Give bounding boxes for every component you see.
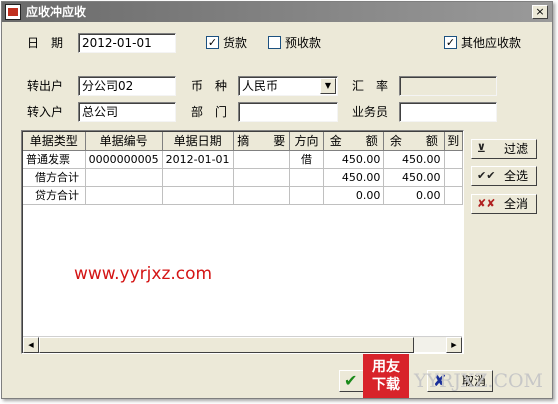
select-all-button[interactable]: ✔✔ 全选 xyxy=(471,166,537,186)
col-header-direction[interactable]: 方向 xyxy=(289,132,325,151)
col-header-doc-date[interactable]: 单据日期 xyxy=(162,132,234,151)
date-input[interactable]: 2012-01-01 xyxy=(78,33,176,53)
filter-button-label: 过滤 xyxy=(504,142,529,156)
department-label: 部 门 xyxy=(191,105,228,119)
salesperson-input[interactable] xyxy=(399,102,497,122)
other-receivable-label: 其他应收款 xyxy=(461,36,522,50)
transfer-in-input[interactable]: 总公司 xyxy=(78,102,176,122)
date-label: 日 期 xyxy=(27,36,64,50)
horizontal-scrollbar[interactable]: ◀ ▶ xyxy=(23,336,462,353)
cell-doc-no xyxy=(85,186,163,205)
clear-all-button[interactable]: ✘✘ 全消 xyxy=(471,194,537,214)
transfer-in-label: 转入户 xyxy=(27,105,64,119)
cell-doc-type: 普通发票 xyxy=(23,150,86,169)
cell-direction: 借 xyxy=(289,150,325,169)
currency-value: 人民币 xyxy=(242,79,279,93)
cell-balance: 450.00 xyxy=(383,150,445,169)
cell-direction xyxy=(289,186,325,205)
goods-payment-checkbox[interactable]: ✓ xyxy=(206,36,219,49)
filter-button[interactable]: ⊻ 过滤 xyxy=(471,139,537,159)
col-header-amount[interactable]: 金 额 xyxy=(323,132,385,151)
col-header-doc-no[interactable]: 单据编号 xyxy=(85,132,163,151)
scroll-right-icon[interactable]: ▶ xyxy=(446,337,462,353)
title-bar[interactable]: 应收冲应收 × xyxy=(2,2,552,22)
department-input[interactable] xyxy=(238,102,338,122)
cell-doc-date xyxy=(162,186,234,205)
brand-logo: 用友 下载 xyxy=(363,354,409,398)
clear-all-button-label: 全消 xyxy=(504,197,529,211)
cell-due xyxy=(444,186,463,205)
chevron-down-icon[interactable]: ▼ xyxy=(320,78,336,94)
document-table: 单据类型 单据编号 单据日期 摘 要 方向 金 额 余 额 到 普通发票 000… xyxy=(23,132,463,205)
currency-label: 币 种 xyxy=(191,79,228,93)
select-all-icon: ✔✔ xyxy=(477,169,496,182)
table-header-row: 单据类型 单据编号 单据日期 摘 要 方向 金 额 余 额 到 xyxy=(23,132,463,151)
cell-summary xyxy=(233,150,290,169)
cell-doc-type: 借方合计 xyxy=(23,168,86,187)
cell-amount: 450.00 xyxy=(323,168,385,187)
cell-balance: 0.00 xyxy=(383,186,445,205)
logo-line-1: 用友 xyxy=(372,359,400,375)
document-grid[interactable]: 单据类型 单据编号 单据日期 摘 要 方向 金 额 余 额 到 普通发票 000… xyxy=(21,130,464,354)
currency-select[interactable]: 人民币 ▼ xyxy=(238,76,338,96)
clear-all-icon: ✘✘ xyxy=(477,197,496,210)
table-row[interactable]: 借方合计 450.00 450.00 xyxy=(23,168,463,187)
cell-due xyxy=(444,150,463,169)
advance-receipt-checkbox[interactable] xyxy=(268,36,281,49)
col-header-due[interactable]: 到 xyxy=(444,132,463,151)
app-icon xyxy=(5,4,21,20)
close-button[interactable]: × xyxy=(532,5,548,19)
watermark-url: www.yyrjxz.com xyxy=(74,264,213,284)
transfer-out-label: 转出户 xyxy=(27,79,64,93)
cell-doc-no: 0000000005 xyxy=(85,150,163,169)
scroll-left-icon[interactable]: ◀ xyxy=(23,337,39,353)
cell-doc-no xyxy=(85,168,163,187)
col-header-balance[interactable]: 余 额 xyxy=(383,132,445,151)
check-icon: ✔ xyxy=(344,371,358,390)
cell-doc-date xyxy=(162,168,234,187)
brand-watermark: YYRJXZ.COM xyxy=(414,370,544,392)
salesperson-label: 业务员 xyxy=(352,105,389,119)
goods-payment-label: 货款 xyxy=(223,36,248,50)
other-receivable-checkbox[interactable]: ✓ xyxy=(444,36,457,49)
cell-amount: 0.00 xyxy=(323,186,385,205)
exchange-rate-input xyxy=(399,76,497,96)
col-header-doc-type[interactable]: 单据类型 xyxy=(23,132,86,151)
dialog-window: 应收冲应收 × 日 期 2012-01-01 ✓ 货款 预收款 ✓ 其他应收款 … xyxy=(1,1,553,399)
cell-direction xyxy=(289,168,325,187)
table-row[interactable]: 普通发票 0000000005 2012-01-01 借 450.00 450.… xyxy=(23,150,463,169)
cell-due xyxy=(444,168,463,187)
table-row[interactable]: 贷方合计 0.00 0.00 xyxy=(23,186,463,205)
cell-amount: 450.00 xyxy=(323,150,385,169)
logo-line-2: 下载 xyxy=(372,377,400,393)
window-title: 应收冲应收 xyxy=(26,5,87,19)
transfer-out-input[interactable]: 分公司02 xyxy=(78,76,176,96)
cell-doc-date: 2012-01-01 xyxy=(162,150,234,169)
cell-balance: 450.00 xyxy=(383,168,445,187)
col-header-summary[interactable]: 摘 要 xyxy=(233,132,290,151)
advance-receipt-label: 预收款 xyxy=(285,36,322,50)
exchange-rate-label: 汇 率 xyxy=(352,79,389,93)
filter-icon: ⊻ xyxy=(477,142,486,155)
cell-summary xyxy=(233,186,290,205)
select-all-button-label: 全选 xyxy=(504,169,529,183)
cell-doc-type: 贷方合计 xyxy=(23,186,86,205)
cell-summary xyxy=(233,168,290,187)
scroll-thumb[interactable] xyxy=(39,337,414,353)
